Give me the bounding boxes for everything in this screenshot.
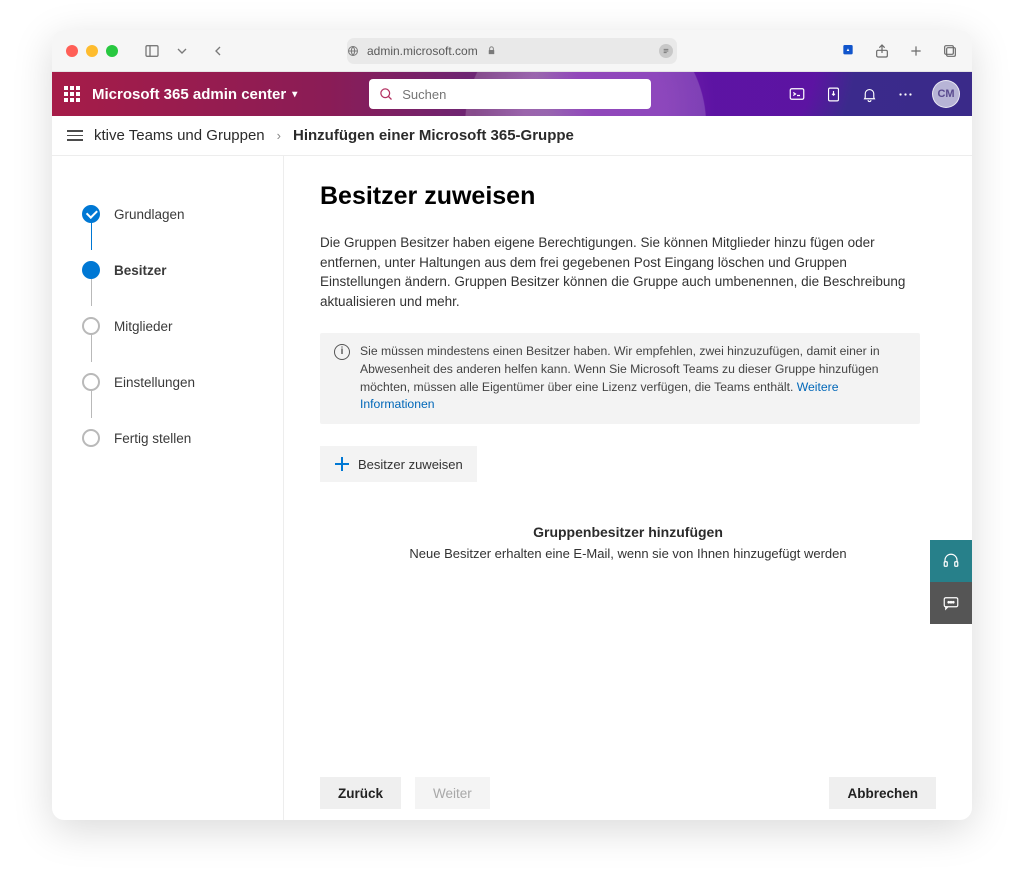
feedback-button[interactable] <box>930 582 972 624</box>
info-notice: i Sie müssen mindestens einen Besitzer h… <box>320 333 920 424</box>
window-controls <box>66 45 118 57</box>
maximize-window-button[interactable] <box>106 45 118 57</box>
info-icon: i <box>334 344 350 360</box>
back-button[interactable]: Zurück <box>320 777 401 809</box>
step-einstellungen[interactable]: Einstellungen <box>82 354 283 410</box>
browser-window: admin.microsoft.com Micro <box>52 30 972 820</box>
step-besitzer[interactable]: Besitzer <box>82 242 283 298</box>
install-icon[interactable] <box>824 85 842 103</box>
sidebar-toggle-icon[interactable] <box>144 43 160 59</box>
search-input[interactable] <box>402 87 641 102</box>
cancel-button[interactable]: Abbrechen <box>829 777 936 809</box>
help-headset-button[interactable] <box>930 540 972 582</box>
share-icon[interactable] <box>874 43 890 59</box>
close-window-button[interactable] <box>66 45 78 57</box>
wizard-footer: Zurück Weiter Abbrechen <box>284 766 972 820</box>
app-header: Microsoft 365 admin center ▾ CM <box>52 72 972 116</box>
page-title: Besitzer zuweisen <box>320 182 936 211</box>
stepper: Grundlagen Besitzer Mitglieder Einstellu… <box>52 156 284 820</box>
next-button[interactable]: Weiter <box>415 777 490 809</box>
url-text: admin.microsoft.com <box>367 44 478 58</box>
chevron-down-icon[interactable] <box>174 43 190 59</box>
assign-owner-button[interactable]: Besitzer zuweisen <box>320 446 477 482</box>
more-icon[interactable] <box>896 85 914 103</box>
back-button[interactable] <box>210 43 226 59</box>
wizard-body: Grundlagen Besitzer Mitglieder Einstellu… <box>52 156 972 820</box>
app-launcher-button[interactable] <box>52 86 92 102</box>
search-box[interactable] <box>369 79 651 109</box>
waffle-icon <box>64 86 80 102</box>
side-float-tabs <box>930 540 972 624</box>
globe-icon <box>347 45 359 57</box>
browser-titlebar: admin.microsoft.com <box>52 30 972 72</box>
reader-icon[interactable] <box>659 44 673 58</box>
tabs-icon[interactable] <box>942 43 958 59</box>
search-icon <box>379 87 394 102</box>
menu-toggle-button[interactable] <box>62 130 88 141</box>
breadcrumb-current: Hinzufügen einer Microsoft 365-Gruppe <box>293 127 574 144</box>
new-tab-icon[interactable] <box>908 43 924 59</box>
breadcrumb: ktive Teams und Gruppen › Hinzufügen ein… <box>94 127 574 144</box>
chevron-down-icon[interactable]: ▾ <box>292 89 297 100</box>
page-description: Die Gruppen Besitzer haben eigene Berech… <box>320 233 930 311</box>
url-bar[interactable]: admin.microsoft.com <box>347 38 677 64</box>
lock-icon <box>486 45 497 56</box>
step-mitglieder[interactable]: Mitglieder <box>82 298 283 354</box>
product-title: Microsoft 365 admin center <box>92 86 286 103</box>
avatar[interactable]: CM <box>932 80 960 108</box>
chevron-right-icon: › <box>277 128 281 143</box>
empty-subtitle: Neue Besitzer erhalten eine E-Mail, wenn… <box>320 546 936 561</box>
empty-title: Gruppenbesitzer hinzufügen <box>320 524 936 540</box>
minimize-window-button[interactable] <box>86 45 98 57</box>
plus-icon <box>334 456 350 472</box>
bookmark-icon[interactable] <box>840 43 856 59</box>
empty-state: Gruppenbesitzer hinzufügen Neue Besitzer… <box>320 524 936 561</box>
breadcrumb-prev[interactable]: ktive Teams und Gruppen <box>94 127 265 144</box>
step-grundlagen[interactable]: Grundlagen <box>82 186 283 242</box>
prompt-icon[interactable] <box>788 85 806 103</box>
breadcrumb-bar: ktive Teams und Gruppen › Hinzufügen ein… <box>52 116 972 156</box>
step-fertig-stellen[interactable]: Fertig stellen <box>82 410 283 466</box>
main-panel: Besitzer zuweisen Die Gruppen Besitzer h… <box>284 156 972 820</box>
bell-icon[interactable] <box>860 85 878 103</box>
